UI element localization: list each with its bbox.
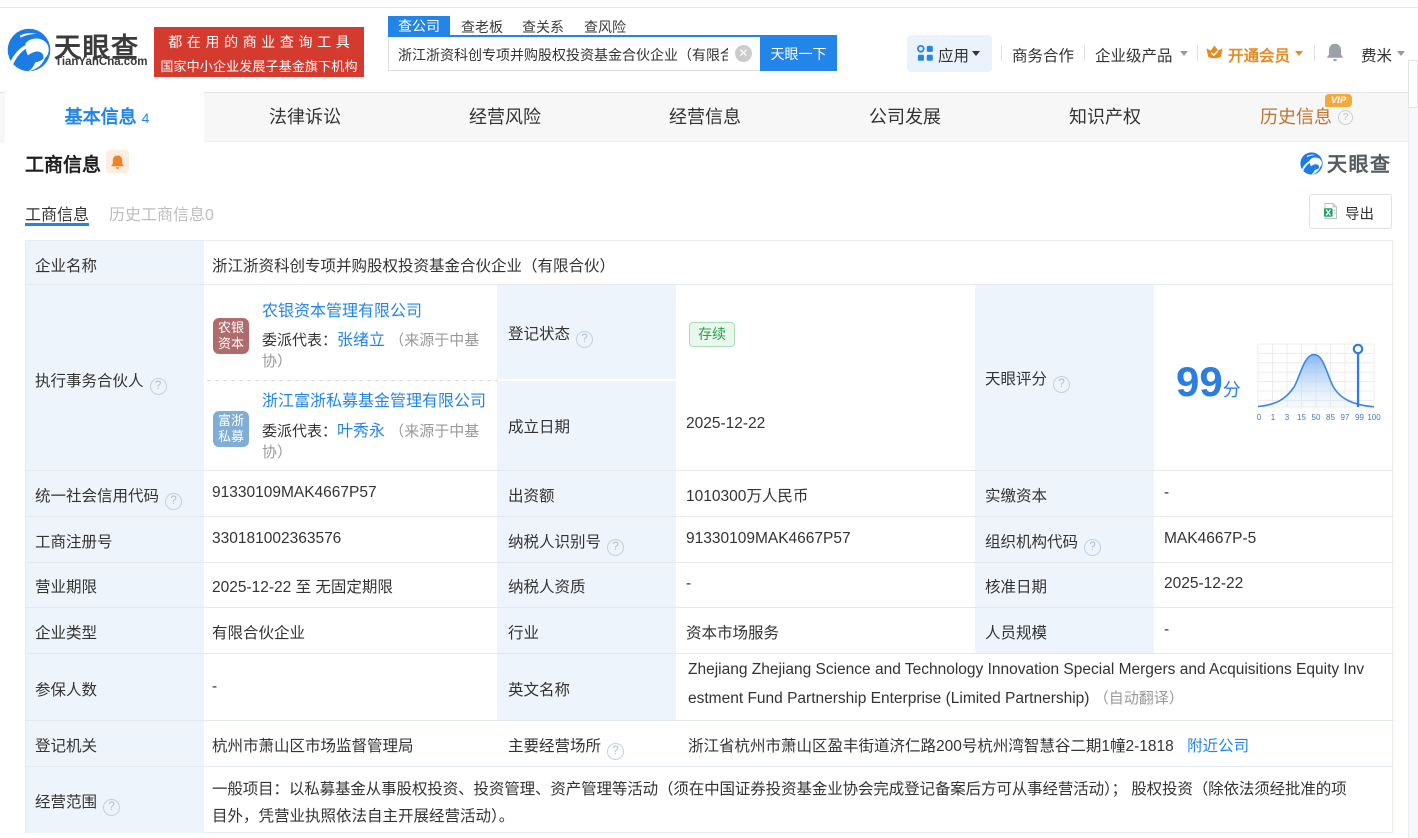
svg-text:99: 99 bbox=[1355, 413, 1364, 422]
svg-text:15: 15 bbox=[1297, 413, 1306, 422]
svg-text:50: 50 bbox=[1312, 413, 1321, 422]
svg-text:0: 0 bbox=[1257, 413, 1262, 422]
svg-text:3: 3 bbox=[1285, 413, 1290, 422]
svg-text:97: 97 bbox=[1341, 413, 1350, 422]
svg-text:1: 1 bbox=[1271, 413, 1276, 422]
svg-text:85: 85 bbox=[1326, 413, 1335, 422]
svg-text:100: 100 bbox=[1367, 413, 1381, 422]
